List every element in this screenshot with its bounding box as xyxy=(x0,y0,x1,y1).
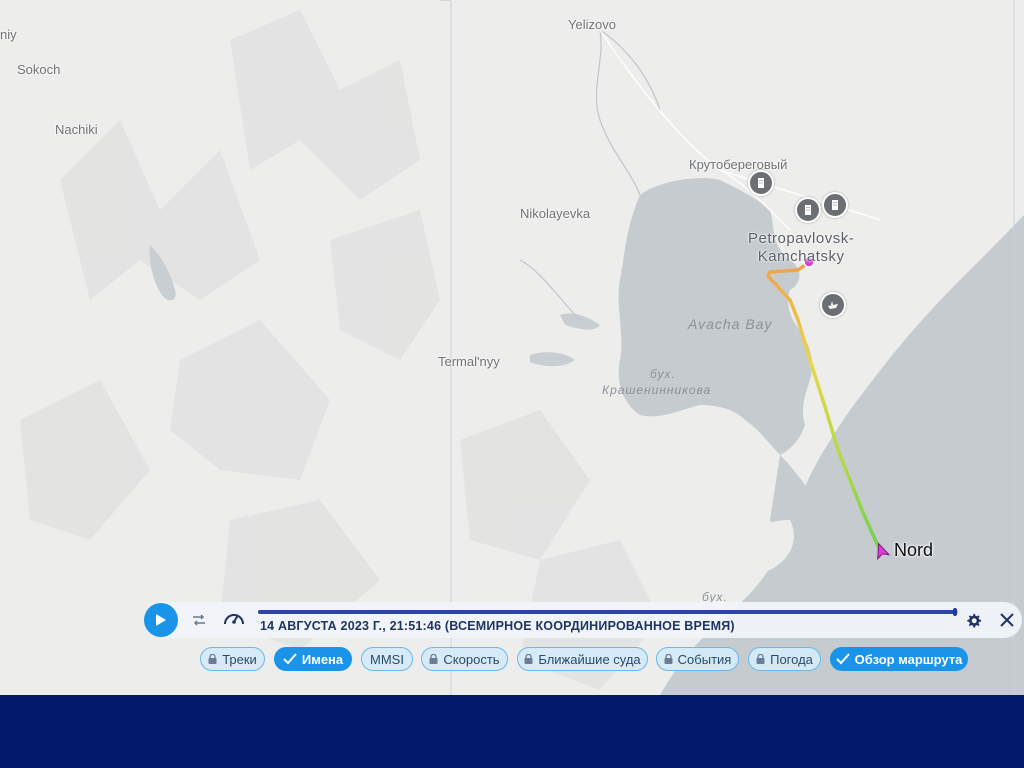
loop-icon[interactable] xyxy=(191,613,207,627)
map-label-avacha-bay: Avacha Bay xyxy=(688,316,773,332)
check-icon xyxy=(835,653,850,665)
lock-icon xyxy=(756,654,765,664)
map-label-petropavlovsk: Petropavlovsk- Kamchatsky xyxy=(748,230,854,266)
filter-mmsi-label: MMSI xyxy=(370,651,404,667)
filter-speed[interactable]: Скорость xyxy=(421,647,508,671)
map-label-petropavlovsk-line2: Kamchatsky xyxy=(757,248,845,265)
filter-route-overview[interactable]: Обзор маршрута xyxy=(830,647,968,671)
check-icon xyxy=(283,653,297,665)
close-icon[interactable] xyxy=(1000,613,1014,627)
building-icon[interactable] xyxy=(822,192,848,218)
vessel-name-label[interactable]: Nord xyxy=(894,540,933,561)
filter-events[interactable]: События xyxy=(656,647,739,671)
ship-wreck-icon[interactable] xyxy=(820,292,846,318)
filter-nearby-vessels[interactable]: Ближайшие суда xyxy=(517,647,648,671)
filter-route-overview-label: Обзор маршрута xyxy=(854,651,963,667)
map-label-bukh-1: бух. xyxy=(650,367,676,381)
filter-names-label: Имена xyxy=(301,651,344,667)
lock-icon xyxy=(208,654,217,664)
map-label-krutoberegovy: Крутобереговый xyxy=(689,157,788,172)
timeline-progress xyxy=(258,610,955,614)
filter-mmsi[interactable]: MMSI xyxy=(361,647,413,671)
map-base xyxy=(0,0,1024,695)
filter-weather-label: Погода xyxy=(770,651,813,667)
filter-nearby-vessels-label: Ближайшие суда xyxy=(538,651,641,667)
timeline-thumb[interactable] xyxy=(952,608,957,616)
filter-speed-label: Скорость xyxy=(443,651,500,667)
map-label-krasheninnikova: Крашенинникова xyxy=(602,383,712,397)
filter-tracks[interactable]: Треки xyxy=(200,647,265,671)
filter-names[interactable]: Имена xyxy=(274,647,352,671)
playback-timestamp: 14 АВГУСТА 2023 Г., 21:51:46 (ВСЕМИРНОЕ … xyxy=(260,619,735,633)
lock-icon xyxy=(429,654,438,664)
map-view[interactable]: niy Sokoch Nachiki Yelizovo Крутоберегов… xyxy=(0,0,1024,695)
play-button[interactable] xyxy=(144,603,178,637)
map-label-nachiki: Nachiki xyxy=(55,122,98,137)
lock-icon xyxy=(664,654,673,664)
map-label-partial: niy xyxy=(0,27,17,42)
filter-weather[interactable]: Погода xyxy=(748,647,821,671)
playback-bar: 14 АВГУСТА 2023 Г., 21:51:46 (ВСЕМИРНОЕ … xyxy=(144,602,1022,638)
lock-icon xyxy=(524,654,533,664)
map-label-nikolayevka: Nikolayevka xyxy=(520,206,591,221)
play-icon xyxy=(156,614,166,626)
building-icon[interactable] xyxy=(748,170,774,196)
gear-icon[interactable] xyxy=(964,611,983,630)
map-label-yelizovo: Yelizovo xyxy=(568,17,616,32)
filter-events-label: События xyxy=(677,651,732,667)
map-label-termalnyy: Termal'nyy xyxy=(438,354,500,369)
map-label-petropavlovsk-line1: Petropavlovsk- xyxy=(748,230,855,247)
speedometer-icon[interactable] xyxy=(222,608,246,628)
building-icon[interactable] xyxy=(795,197,821,223)
timeline-slider[interactable] xyxy=(258,608,958,616)
filter-tracks-label: Треки xyxy=(222,651,257,667)
map-label-sokoch: Sokoch xyxy=(17,62,61,77)
footer-bar xyxy=(0,695,1024,768)
